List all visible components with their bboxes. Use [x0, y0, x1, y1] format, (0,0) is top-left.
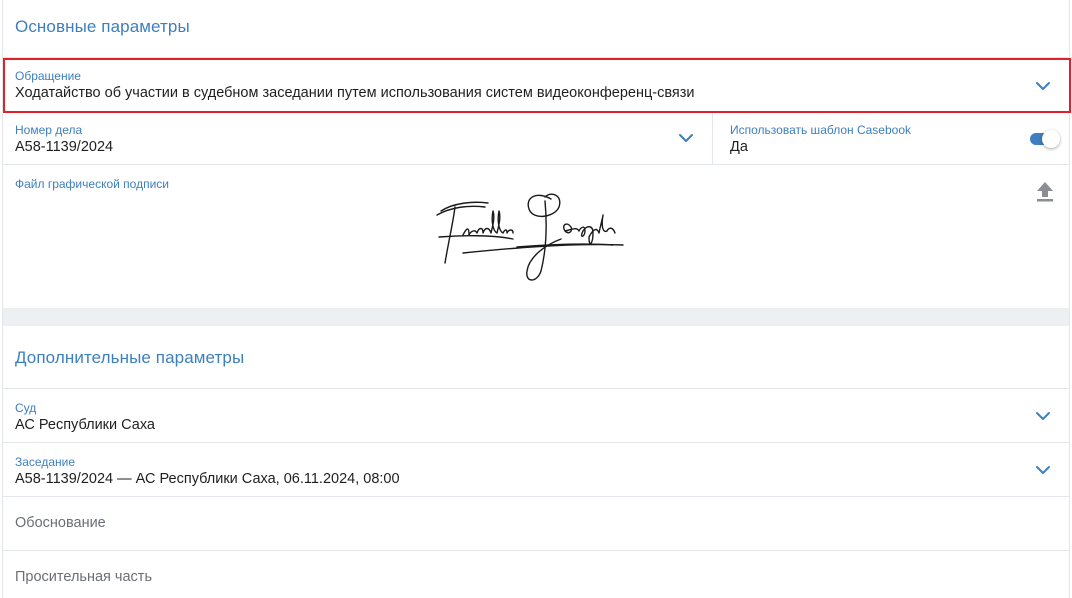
- court-label: Суд: [15, 401, 37, 415]
- case-number-value: А58-1139/2024: [15, 139, 114, 155]
- casebook-template-toggle[interactable]: [1030, 130, 1060, 148]
- form-page: Основные параметры Обращение Ходатайство…: [2, 0, 1071, 598]
- signature-file-field: Файл графической подписи: [3, 165, 1069, 308]
- signature-image: [436, 193, 624, 281]
- court-field[interactable]: Суд АС Республики Саха: [3, 389, 1069, 443]
- casebook-template-field: Использовать шаблон Casebook Да: [713, 113, 1069, 164]
- chevron-down-icon[interactable]: [678, 133, 694, 143]
- chevron-down-icon[interactable]: [1035, 411, 1051, 421]
- petition-part-field[interactable]: Просительная часть: [3, 551, 1069, 598]
- additional-header-row: [3, 326, 1069, 389]
- case-number-field[interactable]: Номер дела А58-1139/2024: [3, 113, 712, 164]
- session-field[interactable]: Заседание А58-1139/2024 — АС Республики …: [3, 443, 1069, 497]
- vertical-divider: [712, 113, 713, 165]
- highlight-box: [3, 58, 1071, 113]
- petition-part-placeholder: Просительная часть: [15, 569, 152, 585]
- session-label: Заседание: [15, 455, 76, 469]
- chevron-down-icon[interactable]: [1035, 465, 1051, 475]
- casebook-template-label: Использовать шаблон Casebook: [730, 123, 912, 137]
- basic-header-row: [3, 0, 1069, 58]
- signature-file-label: Файл графической подписи: [15, 177, 169, 191]
- section-separator: [3, 308, 1069, 326]
- upload-icon[interactable]: [1035, 181, 1055, 203]
- justification-placeholder: Обоснование: [15, 515, 106, 531]
- case-number-label: Номер дела: [15, 123, 83, 137]
- justification-field[interactable]: Обоснование: [3, 497, 1069, 551]
- session-value: А58-1139/2024 — АС Республики Саха, 06.1…: [15, 471, 400, 487]
- case-template-row: Номер дела А58-1139/2024 Использовать ша…: [3, 113, 1069, 165]
- court-value: АС Республики Саха: [15, 417, 156, 433]
- casebook-template-value: Да: [730, 139, 748, 155]
- toggle-knob: [1042, 130, 1060, 148]
